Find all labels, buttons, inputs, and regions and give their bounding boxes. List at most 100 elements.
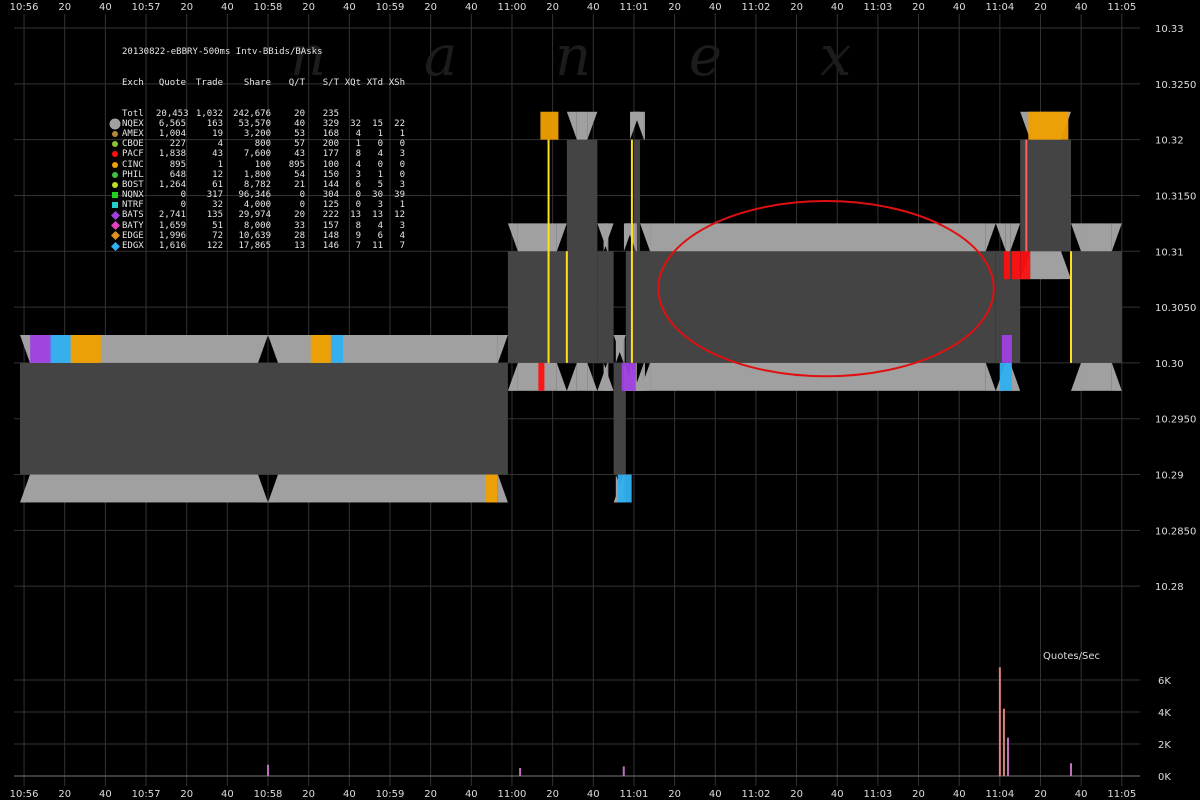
- bid-quote-edge: [566, 362, 577, 391]
- x-tick-label-top: 40: [953, 2, 966, 13]
- bid-quote-edge: [1111, 362, 1122, 391]
- legend-cell-st: 144: [322, 179, 339, 190]
- x-tick-label-bottom: 20: [790, 789, 803, 800]
- legend-cell-exch: PACF: [122, 149, 144, 160]
- ask-quote-band: [635, 223, 637, 252]
- bid-quote-band: [278, 474, 498, 503]
- quote-rate-bars: [267, 667, 1073, 776]
- legend-swatch-circle: [108, 181, 122, 189]
- legend-cell-xqt: 3: [355, 169, 361, 180]
- legend-cell-trade: 135: [206, 210, 223, 221]
- legend-cell-xtd: 4: [377, 149, 383, 160]
- x-tick-label-bottom: 11:01: [620, 789, 649, 800]
- legend-cell-xtd: 3: [377, 200, 383, 211]
- legend-cell-trade: 61: [212, 179, 223, 190]
- legend-cell-trade: 51: [212, 220, 223, 231]
- x-tick-label-bottom: 20: [668, 789, 681, 800]
- x-tick-label-top: 11:01: [620, 2, 649, 13]
- x-tick-label-bottom: 20: [58, 789, 71, 800]
- legend-cell-share: 96,346: [238, 190, 271, 201]
- nbbo-spread: [268, 362, 508, 475]
- ask-quote-edge: [507, 223, 518, 252]
- x-tick-label-top: 40: [99, 2, 112, 13]
- legend-cell-trade: 4: [217, 139, 223, 150]
- legend-rows: Totl 20,453 1,032 242,676 20 235 NQEX 6,565 163 5…: [108, 109, 405, 252]
- legend-cell-exch: CBOE: [122, 139, 144, 150]
- legend-cell-qt: 895: [288, 159, 305, 170]
- ask-quote-edge: [1071, 223, 1082, 252]
- bid-quote-edge: [268, 474, 279, 503]
- legend-header-row: Exch Quote Trade Share Q/T S/T XQt XTd XSh: [108, 78, 405, 88]
- legend-cell-st: 235: [322, 108, 339, 119]
- legend-cell-quote: 20,453: [156, 108, 189, 119]
- x-tick-label-bottom: 40: [1075, 789, 1088, 800]
- x-tick-label-bottom: 40: [99, 789, 112, 800]
- ask-quote-edge: [603, 223, 614, 252]
- legend-cell-share: 10,639: [238, 230, 271, 241]
- legend-cell-qt: 28: [294, 230, 305, 241]
- exchange-legend: 20130822-eBBRY-500ms Intv-BBids/BAsks Ex…: [108, 27, 405, 261]
- x-tick-label-top: 20: [1034, 2, 1047, 13]
- volume-tick-label: 0K: [1158, 772, 1171, 783]
- x-tick-label-bottom: 40: [587, 789, 600, 800]
- legend-cell-qt: 20: [294, 210, 305, 221]
- legend-cell-xqt: 7: [355, 241, 361, 252]
- x-tick-label-top: 40: [465, 2, 478, 13]
- legend-cell-xqt: 6: [355, 179, 361, 190]
- legend-cell-qt: 54: [294, 169, 305, 180]
- legend-cell-share: 800: [254, 139, 271, 150]
- legend-cell-st: 150: [322, 169, 339, 180]
- legend-cell-share: 3,200: [243, 128, 271, 139]
- x-tick-label-bottom: 20: [1034, 789, 1047, 800]
- y-tick-label: 10.31: [1155, 247, 1184, 258]
- legend-row: NQEX 6,565 163 53,570 40 329 32 15 22: [108, 118, 405, 130]
- legend-cell-quote: 6,565: [158, 118, 186, 129]
- legend-swatch-diamond: [108, 241, 122, 251]
- ask-quote-edge: [630, 111, 641, 140]
- legend-swatch-diamond: [108, 231, 122, 241]
- legend-cell-exch: Totl: [122, 108, 144, 119]
- legend-cell-exch: NQEX: [122, 118, 144, 129]
- legend-cell-xqt: 0: [355, 200, 361, 211]
- exchange-quote-accent: [540, 111, 559, 140]
- legend-row: CINC 895 1 100 895 100 4 0 0: [108, 160, 405, 170]
- legend-cell-qt: 57: [294, 139, 305, 150]
- y-tick-label: 10.28: [1155, 582, 1184, 593]
- bid-quote-band: [30, 474, 259, 503]
- legend-swatch-diamond: [108, 211, 122, 221]
- legend-cell-xqt: 8: [355, 220, 361, 231]
- y-tick-label: 10.3150: [1155, 191, 1196, 202]
- bid-quote-edge: [1071, 362, 1082, 391]
- legend-row: BATY 1,659 51 8,000 33 157 8 4 3: [108, 221, 405, 231]
- exchange-quote-accent: [331, 335, 344, 363]
- x-tick-label-bottom: 20: [180, 789, 193, 800]
- y-tick-label: 10.2950: [1155, 415, 1196, 426]
- legend-cell-xsh: 12: [394, 210, 405, 221]
- legend-row: PHIL 648 12 1,800 54 150 3 1 0: [108, 170, 405, 180]
- ask-quote-edge: [268, 335, 279, 363]
- legend-column-header: Exch: [122, 78, 144, 89]
- x-tick-label-top: 20: [58, 2, 71, 13]
- legend-column-header: Share: [243, 78, 271, 89]
- legend-cell-share: 8,000: [243, 220, 271, 231]
- x-tick-label-top: 11:02: [741, 2, 770, 13]
- ask-quote-edge: [587, 111, 598, 140]
- legend-cell-quote: 1,616: [158, 241, 186, 252]
- x-tick-label-bottom: 11:04: [985, 789, 1014, 800]
- y-tick-label: 10.33: [1155, 24, 1184, 35]
- x-tick-label-top: 11:03: [863, 2, 892, 13]
- x-tick-label-top: 20: [180, 2, 193, 13]
- ask-quote-band: [643, 111, 645, 140]
- legend-cell-xtd: 6: [377, 230, 383, 241]
- bid-quote-edge: [587, 362, 598, 391]
- legend-cell-xtd: 5: [377, 179, 383, 190]
- legend-cell-xsh: 3: [399, 179, 405, 190]
- legend-cell-trade: 163: [206, 118, 223, 129]
- legend-cell-exch: EDGX: [122, 241, 144, 252]
- x-tick-label-bottom: 11:00: [498, 789, 527, 800]
- legend-cell-st: 146: [322, 241, 339, 252]
- ask-quote-band: [517, 223, 557, 252]
- legend-cell-xqt: 8: [355, 149, 361, 160]
- legend-cell-trade: 1,032: [195, 108, 223, 119]
- x-tick-label-top: 40: [587, 2, 600, 13]
